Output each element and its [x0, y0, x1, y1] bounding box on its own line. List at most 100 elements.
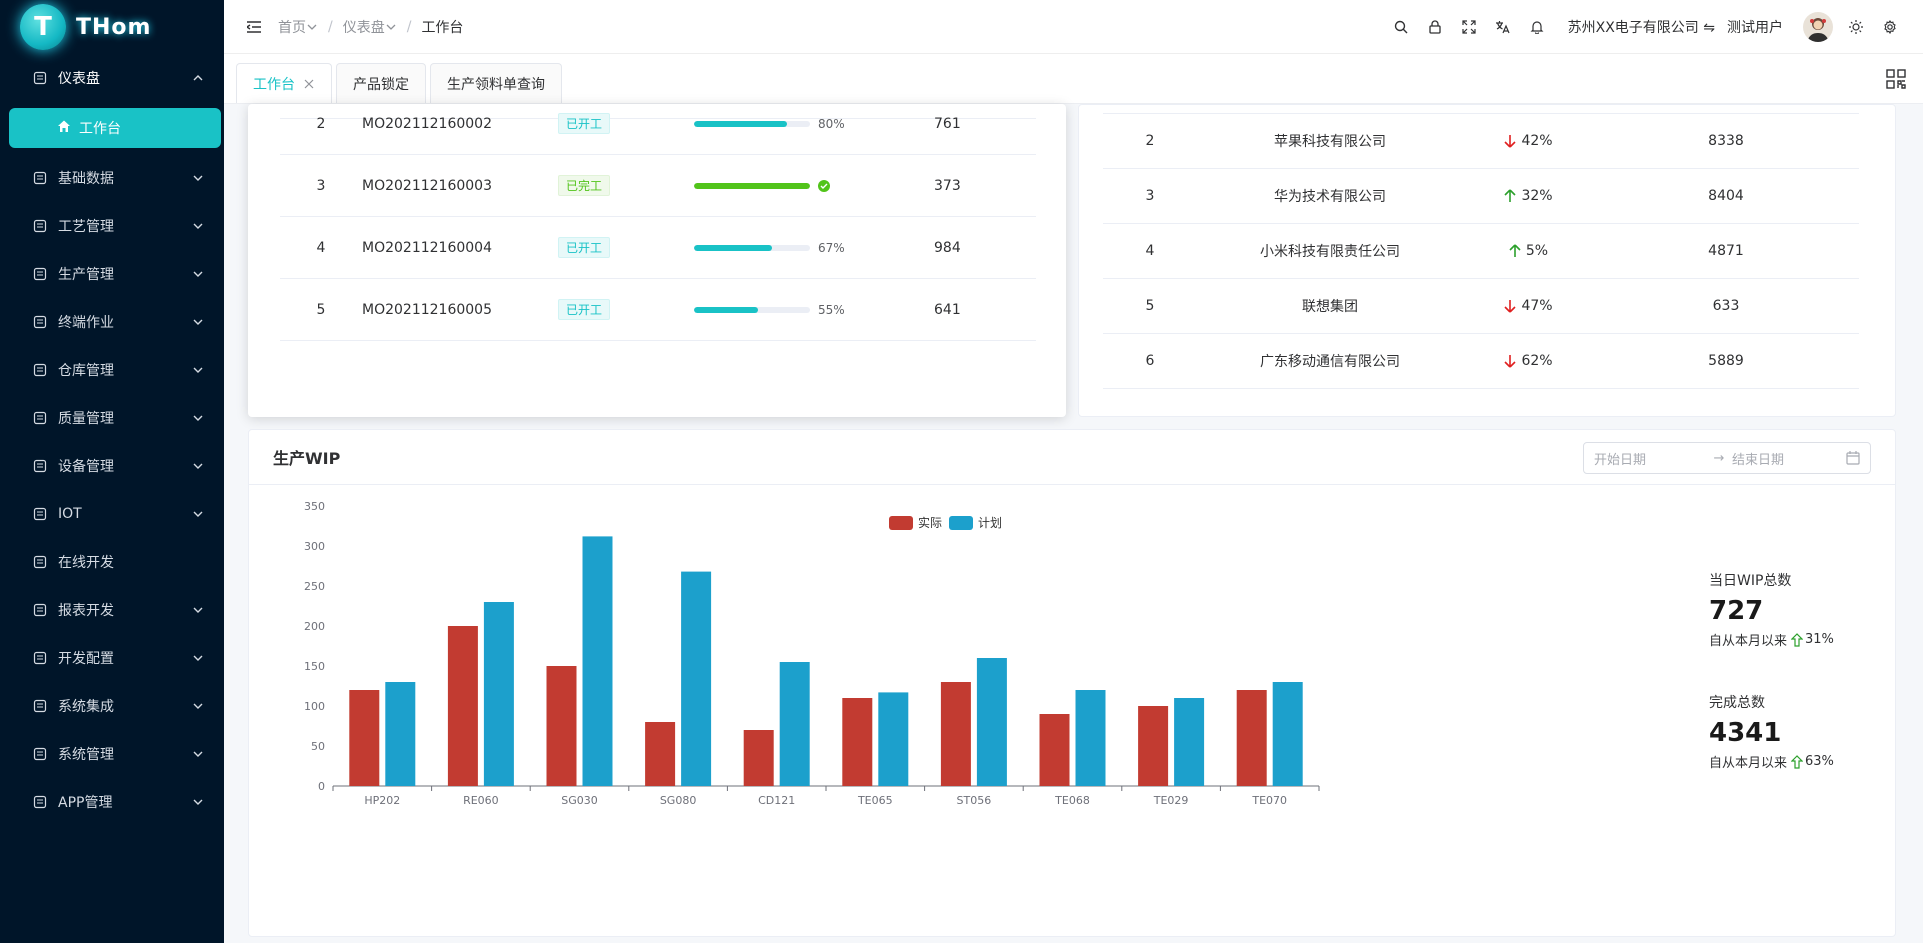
settings-button[interactable] [1873, 10, 1907, 44]
bar-plan [582, 536, 613, 786]
collapse-sidebar-button[interactable] [244, 17, 264, 37]
app-icon [32, 794, 48, 810]
sidebar-item-14[interactable]: APP管理 [0, 778, 224, 826]
sidebar-item-10[interactable]: 报表开发 [0, 586, 224, 634]
table-row[interactable]: 2 苹果科技有限公司 42% 8338 [1103, 114, 1859, 169]
wip-title: 生产WIP [273, 449, 341, 468]
sidebar-item-13[interactable]: 系统管理 [0, 730, 224, 778]
bar-actual [349, 690, 380, 786]
bar-actual [645, 722, 676, 786]
company-name: 苏州XX电子有限公司 [1567, 19, 1699, 36]
sidebar-item-5[interactable]: 仓库管理 [0, 346, 224, 394]
progress-fill [694, 244, 772, 251]
arrow-up-icon [1791, 632, 1804, 647]
chevron-down-icon [193, 607, 203, 613]
trend-percent: 32% [1521, 188, 1553, 204]
device-icon [32, 458, 48, 474]
breadcrumb-home[interactable]: 首页 [278, 17, 318, 37]
stat-change: 自从本月以来 31% [1709, 630, 1834, 649]
stat-wip-today: 当日WIP总数 727 自从本月以来 31% [1709, 570, 1834, 649]
table-row[interactable]: 3 MO202112160003 已完工 373 [280, 155, 1036, 217]
terminal-icon [32, 314, 48, 330]
calendar-icon [1846, 451, 1860, 465]
sidebar-item-8[interactable]: IOT [0, 490, 224, 538]
status-cell: 已完工 [558, 175, 694, 196]
sidebar-item-3[interactable]: 生产管理 [0, 250, 224, 298]
table-row[interactable]: 4 MO202112160004 已开工 67% 984 [280, 217, 1036, 279]
dev-config-icon [32, 650, 48, 666]
chevron-down-icon [307, 24, 317, 30]
order-code: MO202112160003 [362, 177, 492, 194]
trend-percent: 62% [1521, 353, 1553, 369]
home-icon [57, 119, 71, 137]
sidebar-item-9[interactable]: 在线开发 [0, 538, 224, 586]
language-button[interactable] [1486, 10, 1520, 44]
table-row[interactable]: 5 联想集团 47% 633 [1103, 279, 1859, 334]
date-range-picker[interactable]: 开始日期 → 结束日期 [1583, 442, 1871, 474]
sidebar-item-7[interactable]: 设备管理 [0, 442, 224, 490]
logo[interactable]: T THom [0, 0, 224, 54]
fullscreen-button[interactable] [1452, 10, 1486, 44]
check-circle-icon [818, 179, 830, 192]
x-tick-label: CD121 [758, 794, 795, 807]
lock-screen-button[interactable] [1418, 10, 1452, 44]
customer-value: 633 [1712, 298, 1740, 314]
arrow-up-icon [1791, 754, 1804, 769]
table-row[interactable]: 5 MO202112160005 已开工 55% 641 [280, 279, 1036, 341]
sidebar-item-label: 工艺管理 [58, 219, 114, 235]
notification-button[interactable] [1520, 10, 1554, 44]
sidebar-item-4[interactable]: 终端作业 [0, 298, 224, 346]
trend-cell: 62% [1463, 353, 1593, 369]
chevron-down-icon [193, 751, 203, 757]
chevron-down-icon [193, 511, 203, 517]
sidebar-item-12[interactable]: 系统集成 [0, 682, 224, 730]
row-index: 4 [1145, 243, 1155, 259]
y-tick-label: 200 [304, 620, 325, 633]
breadcrumb-dashboard-label: 仪表盘 [342, 19, 385, 36]
progress-percent: 67% [818, 240, 845, 255]
avatar[interactable] [1803, 11, 1833, 42]
row-index: 2 [316, 115, 326, 132]
user-name[interactable]: 测试用户 [1727, 17, 1783, 37]
sidebar-item-0[interactable]: 仪表盘 [0, 54, 224, 102]
status-cell: 已开工 [558, 113, 694, 134]
bar-actual [1039, 714, 1070, 786]
theme-toggle-button[interactable] [1839, 10, 1873, 44]
sidebar-item-11[interactable]: 开发配置 [0, 634, 224, 682]
legend-label: 实际 [918, 515, 942, 530]
sidebar-item-6[interactable]: 质量管理 [0, 394, 224, 442]
tab-material-query-label: 生产领料单查询 [447, 76, 545, 93]
customer-name: 联想集团 [1302, 299, 1358, 315]
x-tick-label: TE029 [1153, 794, 1189, 807]
table-row[interactable]: 4 小米科技有限责任公司 5% 4871 [1103, 224, 1859, 279]
breadcrumb-home-label: 首页 [278, 19, 306, 36]
sidebar-menu: 仪表盘工作台基础数据工艺管理生产管理 终端作业 仓库管理 质量管理 设备管理 IOT 在线开… [0, 54, 224, 826]
breadcrumb-dashboard[interactable]: 仪表盘 [343, 17, 397, 37]
sidebar-subitem-workbench[interactable]: 工作台 [9, 108, 221, 148]
database-icon [32, 170, 48, 186]
start-date-input[interactable]: 开始日期 [1594, 449, 1706, 468]
progress-cell: 55% [694, 303, 934, 317]
tabs-menu-icon[interactable] [1885, 68, 1907, 90]
bar-actual [447, 626, 478, 786]
end-date-input[interactable]: 结束日期 [1732, 449, 1846, 468]
y-tick-label: 300 [304, 540, 325, 553]
sidebar-item-label: 系统管理 [58, 747, 114, 763]
stat-value: 727 [1709, 596, 1764, 626]
sidebar-item-2[interactable]: 工艺管理 [0, 202, 224, 250]
search-button[interactable] [1384, 10, 1418, 44]
bar-plan [976, 658, 1007, 786]
stat-value: 4341 [1709, 718, 1782, 748]
order-code: MO202112160005 [362, 301, 492, 318]
sidebar-item-1[interactable]: 基础数据 [0, 154, 224, 202]
table-row[interactable]: 6 广东移动通信有限公司 62% 5889 [1103, 334, 1859, 389]
table-row[interactable]: 3 华为技术有限公司 32% 8404 [1103, 169, 1859, 224]
main-content: 2 MO202112160002 已开工 80% 761 3 MO202112160003 已… [224, 104, 1923, 943]
progress-fill [694, 306, 758, 313]
table-row[interactable]: 2 MO202112160002 已开工 80% 761 [280, 93, 1036, 155]
system-icon [32, 746, 48, 762]
stat-label: 当日WIP总数 [1709, 573, 1792, 589]
close-icon[interactable] [303, 78, 315, 90]
trend-cell: 47% [1463, 298, 1593, 314]
company-switcher[interactable]: 苏州XX电子有限公司 ⇋ [1568, 17, 1715, 37]
